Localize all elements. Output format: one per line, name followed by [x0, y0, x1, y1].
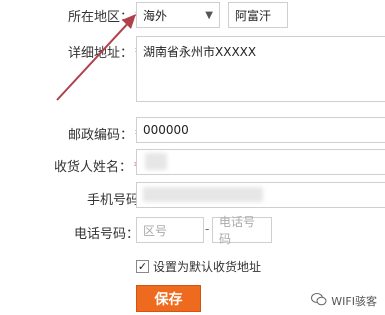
wechat-icon [311, 293, 327, 309]
watermark-text: WIFI骇客 [331, 295, 377, 308]
watermark: WIFI骇客 [311, 293, 377, 309]
annotation-arrow-icon [56, 14, 136, 101]
